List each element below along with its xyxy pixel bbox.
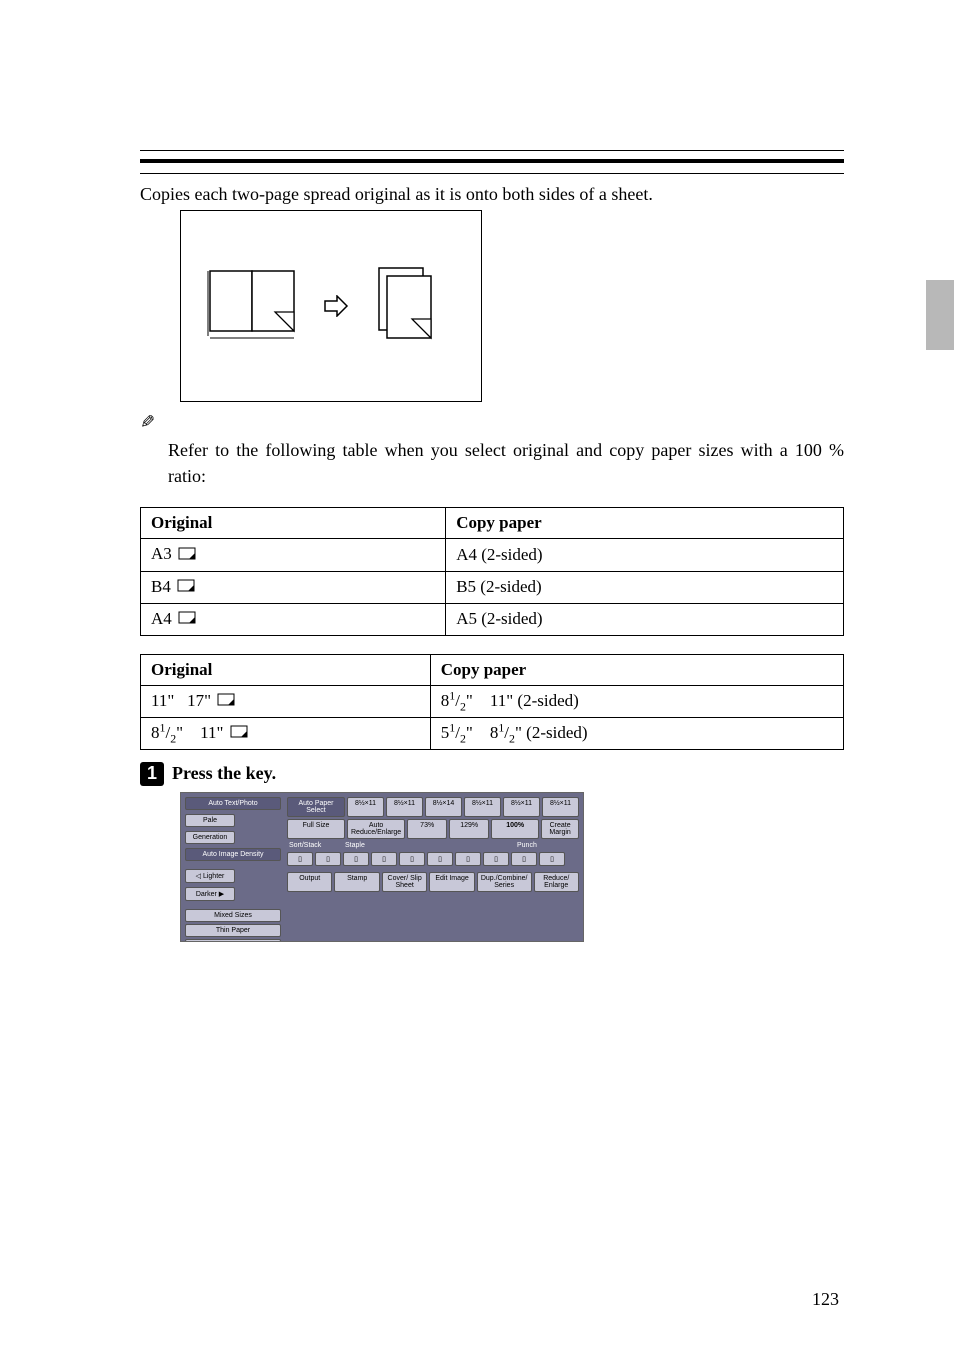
full-size-button[interactable]: Full Size (287, 819, 345, 839)
step-number-badge: 1 (140, 762, 164, 786)
step-suffix: key. (246, 763, 277, 783)
staple-option-5[interactable]: ▯ (455, 852, 481, 866)
original-size-b: 11" (200, 723, 223, 742)
create-margin-button[interactable]: Create Margin (541, 819, 579, 839)
copy-size: A4 (2-sided) (446, 539, 844, 571)
edit-image-button[interactable]: Edit Image (429, 872, 474, 892)
original-size: A4 (151, 609, 172, 628)
spread-diagram (180, 210, 482, 402)
tray-1-button[interactable]: 8½×11 (347, 797, 384, 817)
landscape-orientation-icon (178, 547, 196, 561)
auto-reduce-enlarge-button[interactable]: Auto Reduce/Enlarge (347, 819, 405, 839)
step-1: 1 Press the key. (140, 762, 844, 786)
staple-option-3[interactable]: ▯ (399, 852, 425, 866)
tray-2-button[interactable]: 8½×11 (386, 797, 423, 817)
original-size: A3 (151, 544, 172, 563)
sort-option-2[interactable]: ▯ (315, 852, 341, 866)
generation-button[interactable]: Generation (185, 831, 235, 844)
table-row: A4 A5 (2-sided) (141, 603, 844, 635)
pct-129-button[interactable]: 129% (449, 819, 489, 839)
landscape-orientation-icon (217, 693, 235, 707)
note-text: Refer to the following table when you se… (168, 437, 844, 489)
auto-text-photo-button[interactable]: Auto Text/Photo (185, 797, 281, 810)
staple-option-6[interactable]: ▯ (483, 852, 509, 866)
copier-panel-screenshot: Auto Text/Photo Pale Generation Auto Ima… (180, 792, 584, 942)
header-original: Original (141, 654, 431, 685)
cover-slip-button[interactable]: Cover/ Slip Sheet (382, 872, 427, 892)
dup-combine-series-button[interactable]: Dup./Combine/ Series (477, 872, 532, 892)
table-header-row: Original Copy paper (141, 654, 844, 685)
table-row: A3 A4 (2-sided) (141, 539, 844, 571)
header-copy: Copy paper (446, 508, 844, 539)
punch-option-1[interactable]: ▯ (511, 852, 537, 866)
output-sheet-icon (367, 256, 457, 356)
punch-label: Punch (515, 841, 579, 850)
sort-stack-label: Sort/Stack (287, 841, 341, 850)
landscape-orientation-icon (230, 725, 248, 739)
darker-button[interactable]: Darker ▶ (185, 887, 235, 901)
original-spread-icon (205, 256, 305, 356)
step-prefix: Press the (172, 763, 246, 783)
header-original: Original (141, 508, 446, 539)
staple-option-2[interactable]: ▯ (371, 852, 397, 866)
sort-option-1[interactable]: ▯ (287, 852, 313, 866)
landscape-orientation-icon (177, 579, 195, 593)
table-row: 11" 17" 81/2" 11" (2-sided) (141, 685, 844, 717)
description-text: Copies each two-page spread original as … (140, 182, 844, 206)
table-row: 81/2" 11" 51/2" 81/2" (2-sided) (141, 717, 844, 749)
staple-option-4[interactable]: ▯ (427, 852, 453, 866)
batch-sadf-button[interactable]: Batch/SADF (185, 939, 281, 942)
staple-label: Staple (343, 841, 513, 850)
pct-73-button[interactable]: 73% (407, 819, 447, 839)
copy-size: B5 (2-sided) (446, 571, 844, 603)
tray-5-button[interactable]: 8½×11 (503, 797, 540, 817)
arrow-right-icon (323, 295, 349, 317)
thin-paper-button[interactable]: Thin Paper (185, 924, 281, 937)
metric-sizes-table: Original Copy paper A3 A4 (2-sided) B4 B… (140, 507, 844, 635)
tray-3-button[interactable]: 8½×14 (425, 797, 462, 817)
auto-image-density-button[interactable]: Auto Image Density (185, 848, 281, 861)
page-number: 123 (812, 1289, 839, 1310)
output-button[interactable]: Output (287, 872, 332, 892)
header-rules (140, 150, 844, 174)
original-size: B4 (151, 577, 171, 596)
pencil-note-icon: ✎ (140, 412, 155, 433)
table-row: B4 B5 (2-sided) (141, 571, 844, 603)
tray-6-button[interactable]: 8½×11 (542, 797, 579, 817)
original-size-b: 17" (187, 691, 211, 710)
pale-button[interactable]: Pale (185, 814, 235, 827)
pct-100-button[interactable]: 100% (491, 819, 539, 839)
header-copy: Copy paper (430, 654, 843, 685)
punch-option-2[interactable]: ▯ (539, 852, 565, 866)
staple-option-1[interactable]: ▯ (343, 852, 369, 866)
copy-size-b: 11" (2-sided) (490, 691, 579, 710)
auto-paper-select-button[interactable]: Auto Paper Select (287, 797, 345, 817)
mixed-sizes-button[interactable]: Mixed Sizes (185, 909, 281, 922)
copy-size: A5 (2-sided) (446, 603, 844, 635)
note-section: ✎ Refer to the following table when you … (140, 412, 844, 489)
original-size-a: 11" (151, 691, 174, 710)
section-tab (926, 280, 954, 350)
inch-sizes-table: Original Copy paper 11" 17" 81/2" 11" (2… (140, 654, 844, 750)
stamp-button[interactable]: Stamp (334, 872, 379, 892)
tray-4-button[interactable]: 8½×11 (464, 797, 501, 817)
landscape-orientation-icon (178, 611, 196, 625)
lighter-button[interactable]: ◁ Lighter (185, 869, 235, 883)
reduce-enlarge-button[interactable]: Reduce/ Enlarge (534, 872, 579, 892)
table-header-row: Original Copy paper (141, 508, 844, 539)
